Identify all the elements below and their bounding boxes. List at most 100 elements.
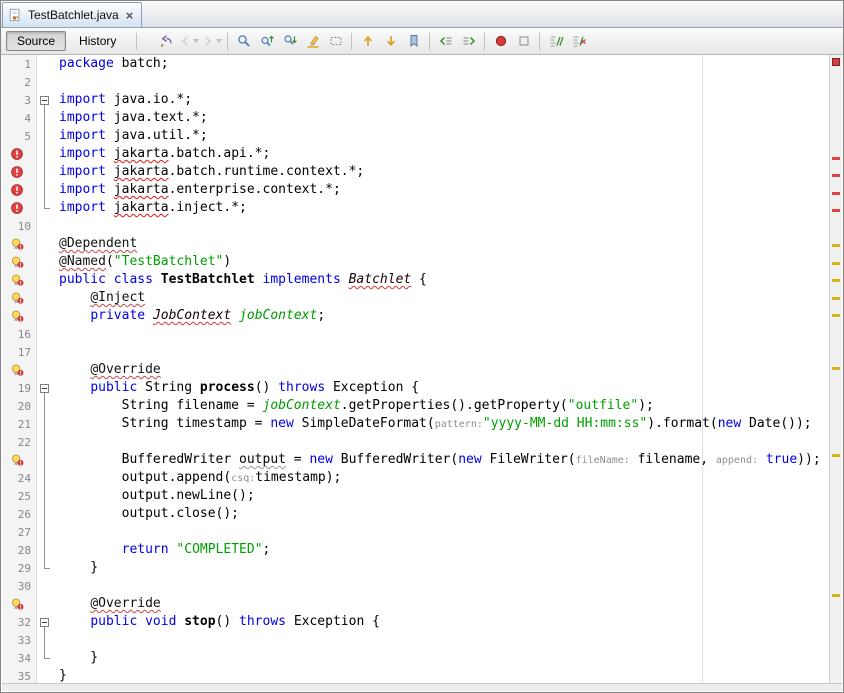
code-line[interactable]: private JobContext jobContext; <box>2 307 829 325</box>
next-bookmark-button[interactable] <box>379 30 402 52</box>
find-next-occurrence-button[interactable] <box>278 30 301 52</box>
code-line[interactable]: import jakarta.batch.runtime.context.*; <box>2 163 829 181</box>
comment-button[interactable] <box>544 30 567 52</box>
code-line[interactable]: 25 output.newLine(); <box>2 487 829 505</box>
code-line[interactable]: 24 output.append(csq:timestamp); <box>2 469 829 487</box>
warning-stripe-mark[interactable] <box>832 262 840 265</box>
toggle-bookmark-button[interactable] <box>402 30 425 52</box>
error-stripe-mark[interactable] <box>832 192 840 195</box>
code-line[interactable]: 22 <box>2 433 829 451</box>
warning-stripe-mark[interactable] <box>832 297 840 300</box>
code-line[interactable]: @Inject <box>2 289 829 307</box>
warning-gutter-icon[interactable] <box>2 289 37 307</box>
error-gutter-icon[interactable] <box>2 163 37 181</box>
code-area[interactable]: 1package batch;23import java.io.*;4impor… <box>2 55 829 683</box>
code-line[interactable]: public class TestBatchlet implements Bat… <box>2 271 829 289</box>
warning-stripe-mark[interactable] <box>832 244 840 247</box>
find-selection-button[interactable] <box>232 30 255 52</box>
last-edit-position-button[interactable] <box>154 30 177 52</box>
error-stripe-mark[interactable] <box>832 209 840 212</box>
warning-stripe-mark[interactable] <box>832 279 840 282</box>
code-line[interactable]: @Named("TestBatchlet") <box>2 253 829 271</box>
code-editor[interactable]: 1package batch;23import java.io.*;4impor… <box>2 55 829 683</box>
warning-gutter-icon[interactable] <box>2 307 37 325</box>
warning-stripe-mark[interactable] <box>832 314 840 317</box>
warning-gutter-icon[interactable] <box>2 271 37 289</box>
line-number[interactable]: 26 <box>2 505 37 523</box>
error-gutter-icon[interactable] <box>2 181 37 199</box>
line-number[interactable]: 34 <box>2 649 37 667</box>
line-number[interactable]: 3 <box>2 91 37 109</box>
line-number[interactable]: 20 <box>2 397 37 415</box>
line-number[interactable]: 5 <box>2 127 37 145</box>
code-line[interactable]: 26 output.close(); <box>2 505 829 523</box>
code-line[interactable]: 2 <box>2 73 829 91</box>
fold-toggle[interactable] <box>37 91 52 109</box>
forward-button[interactable] <box>200 30 223 52</box>
code-line[interactable]: 33 <box>2 631 829 649</box>
fold-toggle[interactable] <box>37 613 52 631</box>
code-line[interactable]: 16 <box>2 325 829 343</box>
code-line[interactable]: 32 public void stop() throws Exception { <box>2 613 829 631</box>
code-line[interactable]: 10 <box>2 217 829 235</box>
line-number[interactable]: 2 <box>2 73 37 91</box>
code-line[interactable]: 28 return "COMPLETED"; <box>2 541 829 559</box>
line-number[interactable]: 16 <box>2 325 37 343</box>
warning-gutter-icon[interactable] <box>2 253 37 271</box>
code-line[interactable]: 17 <box>2 343 829 361</box>
code-line[interactable]: @Override <box>2 361 829 379</box>
line-number[interactable]: 30 <box>2 577 37 595</box>
warning-stripe-mark[interactable] <box>832 367 840 370</box>
code-line[interactable]: @Dependent <box>2 235 829 253</box>
line-number[interactable]: 27 <box>2 523 37 541</box>
error-gutter-icon[interactable] <box>2 145 37 163</box>
line-number[interactable]: 25 <box>2 487 37 505</box>
start-macro-recording-button[interactable] <box>489 30 512 52</box>
uncomment-button[interactable] <box>567 30 590 52</box>
warning-gutter-icon[interactable] <box>2 595 37 613</box>
previous-bookmark-button[interactable] <box>356 30 379 52</box>
toggle-highlight-search-button[interactable] <box>301 30 324 52</box>
code-line[interactable]: 19 public String process() throws Except… <box>2 379 829 397</box>
code-line[interactable]: import jakarta.inject.*; <box>2 199 829 217</box>
warning-gutter-icon[interactable] <box>2 361 37 379</box>
line-number[interactable]: 24 <box>2 469 37 487</box>
fold-toggle[interactable] <box>37 379 52 397</box>
tab-close-icon[interactable]: × <box>125 9 135 22</box>
line-number[interactable]: 35 <box>2 667 37 683</box>
horizontal-scrollbar[interactable] <box>2 683 842 691</box>
line-number[interactable]: 22 <box>2 433 37 451</box>
code-line[interactable]: 3import java.io.*; <box>2 91 829 109</box>
source-view-button[interactable]: Source <box>6 31 66 51</box>
line-number[interactable]: 19 <box>2 379 37 397</box>
line-number[interactable]: 32 <box>2 613 37 631</box>
line-number[interactable]: 29 <box>2 559 37 577</box>
tab-testbatchlet-java[interactable]: TestBatchlet.java × <box>2 2 142 27</box>
code-line[interactable]: import jakarta.batch.api.*; <box>2 145 829 163</box>
code-line[interactable]: 30 <box>2 577 829 595</box>
warning-gutter-icon[interactable] <box>2 235 37 253</box>
shift-line-left-button[interactable] <box>434 30 457 52</box>
stop-macro-recording-button[interactable] <box>512 30 535 52</box>
code-line[interactable]: 21 String timestamp = new SimpleDateForm… <box>2 415 829 433</box>
line-number[interactable]: 4 <box>2 109 37 127</box>
line-number[interactable]: 21 <box>2 415 37 433</box>
code-line[interactable]: 34 } <box>2 649 829 667</box>
code-line[interactable]: 35} <box>2 667 829 683</box>
code-line[interactable]: import jakarta.enterprise.context.*; <box>2 181 829 199</box>
code-line[interactable]: BufferedWriter output = new BufferedWrit… <box>2 451 829 469</box>
line-number[interactable]: 10 <box>2 217 37 235</box>
history-view-button[interactable]: History <box>68 31 127 51</box>
error-status-indicator[interactable] <box>832 58 840 66</box>
warning-stripe-mark[interactable] <box>832 594 840 597</box>
line-number[interactable]: 1 <box>2 55 37 73</box>
warning-stripe-mark[interactable] <box>832 454 840 457</box>
line-number[interactable]: 17 <box>2 343 37 361</box>
code-line[interactable]: 27 <box>2 523 829 541</box>
code-line[interactable]: 20 String filename = jobContext.getPrope… <box>2 397 829 415</box>
error-stripe-mark[interactable] <box>832 174 840 177</box>
error-gutter-icon[interactable] <box>2 199 37 217</box>
code-line[interactable]: 5import java.util.*; <box>2 127 829 145</box>
code-line[interactable]: @Override <box>2 595 829 613</box>
find-previous-occurrence-button[interactable] <box>255 30 278 52</box>
